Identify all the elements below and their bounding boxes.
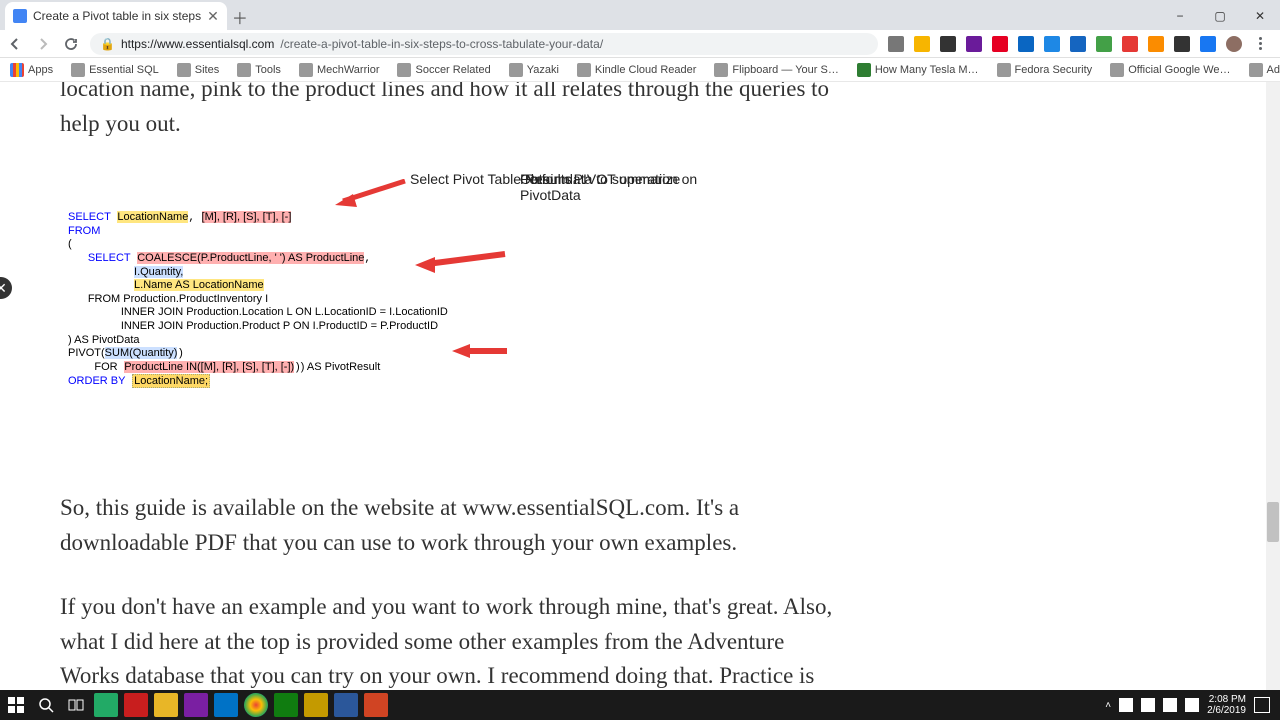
lock-icon: 🔒 bbox=[100, 37, 115, 51]
bookmark-item[interactable]: Add to Buffer bbox=[1249, 63, 1280, 77]
address-bar: 🔒 https://www.essentialsql.com/create-a-… bbox=[0, 30, 1280, 58]
taskbar-app-icon[interactable] bbox=[94, 693, 118, 717]
url-path: /create-a-pivot-table-in-six-steps-to-cr… bbox=[280, 37, 603, 51]
ext-icon-2[interactable] bbox=[966, 36, 982, 52]
word-icon[interactable] bbox=[334, 693, 358, 717]
bookmark-item[interactable]: MechWarrior bbox=[299, 63, 380, 77]
bookmark-item[interactable]: Soccer Related bbox=[397, 63, 490, 77]
article-paragraph: So, this guide is available on the websi… bbox=[60, 491, 845, 560]
battery-icon[interactable] bbox=[1185, 698, 1199, 712]
pinterest-icon[interactable] bbox=[992, 36, 1008, 52]
scroll-thumb[interactable] bbox=[1267, 502, 1279, 542]
bookmark-item[interactable]: Flipboard — Your S… bbox=[714, 63, 838, 77]
extension-icons bbox=[888, 36, 1274, 52]
ext-icon-9[interactable] bbox=[1174, 36, 1190, 52]
article-paragraph: location name, pink to the product lines… bbox=[60, 82, 845, 141]
browser-tab[interactable]: Create a Pivot table in six steps ✕ bbox=[5, 2, 227, 30]
wifi-icon[interactable] bbox=[1141, 698, 1155, 712]
onenote-icon[interactable] bbox=[184, 693, 208, 717]
sql-diagram: Select Pivot Table Results… Obtain data … bbox=[60, 171, 845, 451]
tray-icon[interactable] bbox=[1119, 698, 1133, 712]
bookmark-item[interactable]: Official Google We… bbox=[1110, 63, 1230, 77]
bookmark-item[interactable]: Kindle Cloud Reader bbox=[577, 63, 697, 77]
menu-icon[interactable] bbox=[1252, 36, 1268, 52]
clock[interactable]: 2:08 PM 2/6/2019 bbox=[1207, 694, 1246, 716]
tab-title: Create a Pivot table in six steps bbox=[33, 9, 201, 23]
new-tab-button[interactable]: ＋ bbox=[227, 4, 253, 30]
bookmarks-bar: Apps Essential SQL Sites Tools MechWarri… bbox=[0, 58, 1280, 82]
ext-icon-4[interactable] bbox=[1044, 36, 1060, 52]
bookmark-item[interactable]: Tools bbox=[237, 63, 281, 77]
vertical-scrollbar[interactable] bbox=[1266, 82, 1280, 720]
url-field[interactable]: 🔒 https://www.essentialsql.com/create-a-… bbox=[90, 33, 878, 55]
arrow-icon bbox=[452, 343, 512, 361]
ext-icon-5[interactable] bbox=[1070, 36, 1086, 52]
search-button[interactable] bbox=[34, 693, 58, 717]
ext-icon-8[interactable] bbox=[1148, 36, 1164, 52]
back-button[interactable] bbox=[6, 35, 24, 53]
notifications-icon[interactable] bbox=[1254, 697, 1270, 713]
apps-button[interactable]: Apps bbox=[10, 63, 53, 77]
ext-icon-3[interactable] bbox=[1018, 36, 1034, 52]
windows-taskbar: ˄ 2:08 PM 2/6/2019 bbox=[0, 690, 1280, 720]
excel-icon[interactable] bbox=[274, 693, 298, 717]
ext-icon-10[interactable] bbox=[1200, 36, 1216, 52]
ext-icon-7[interactable] bbox=[1122, 36, 1138, 52]
chrome-icon[interactable] bbox=[244, 693, 268, 717]
maximize-button[interactable]: ▢ bbox=[1200, 2, 1240, 30]
profile-avatar[interactable] bbox=[1226, 36, 1242, 52]
search-icon[interactable] bbox=[888, 36, 904, 52]
sql-code-block: SELECT LocationName, [M], [R], [S], [T],… bbox=[68, 211, 448, 388]
ext-icon-1[interactable] bbox=[940, 36, 956, 52]
url-host: https://www.essentialsql.com bbox=[121, 37, 274, 51]
reload-button[interactable] bbox=[62, 35, 80, 53]
system-tray: ˄ 2:08 PM 2/6/2019 bbox=[1105, 694, 1276, 716]
volume-icon[interactable] bbox=[1163, 698, 1177, 712]
start-button[interactable] bbox=[4, 693, 28, 717]
taskbar-app-icon[interactable] bbox=[124, 693, 148, 717]
dismiss-badge[interactable]: ✕ bbox=[0, 277, 12, 299]
minimize-button[interactable]: − bbox=[1160, 2, 1200, 30]
ext-icon-6[interactable] bbox=[1096, 36, 1112, 52]
arrow-label-3: Perform PIVOT operation on PivotData bbox=[520, 171, 700, 203]
close-window-button[interactable]: ✕ bbox=[1240, 2, 1280, 30]
outlook-icon[interactable] bbox=[214, 693, 238, 717]
bookmark-item[interactable]: Fedora Security bbox=[997, 63, 1093, 77]
bookmark-item[interactable]: Essential SQL bbox=[71, 63, 159, 77]
task-view-button[interactable] bbox=[64, 693, 88, 717]
file-explorer-icon[interactable] bbox=[154, 693, 178, 717]
page-viewport: ✕ location name, pink to the product lin… bbox=[0, 82, 1280, 720]
bookmark-item[interactable]: Sites bbox=[177, 63, 219, 77]
window-controls: − ▢ ✕ bbox=[1160, 2, 1280, 30]
forward-button[interactable] bbox=[34, 35, 52, 53]
tab-favicon bbox=[13, 9, 27, 23]
taskbar-app-icon[interactable] bbox=[304, 693, 328, 717]
close-icon[interactable]: ✕ bbox=[207, 8, 219, 25]
taskbar-app-icon[interactable] bbox=[364, 693, 388, 717]
bookmark-item[interactable]: How Many Tesla M… bbox=[857, 63, 979, 77]
arrow-icon bbox=[335, 179, 415, 209]
article-content: location name, pink to the product lines… bbox=[60, 82, 845, 720]
bookmark-item[interactable]: Yazaki bbox=[509, 63, 559, 77]
tray-chevron-icon[interactable]: ˄ bbox=[1105, 700, 1111, 711]
star-icon[interactable] bbox=[914, 36, 930, 52]
browser-tabs-bar: Create a Pivot table in six steps ✕ ＋ − … bbox=[0, 0, 1280, 30]
